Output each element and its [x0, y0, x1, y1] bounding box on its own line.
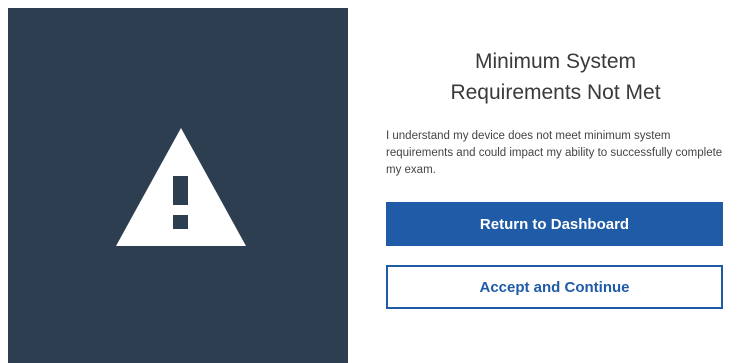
dialog-title-line-1: Minimum System [474, 50, 637, 73]
warning-triangle-icon [116, 128, 246, 246]
dialog-title: Minimum System Requirements Not Met [388, 46, 723, 108]
dialog-title-line-2: Requirements Not Met [450, 81, 661, 104]
accept-and-continue-button[interactable]: Accept and Continue [386, 265, 723, 309]
dialog-content: Minimum System Requirements Not Met I un… [348, 8, 740, 363]
system-requirements-dialog: Minimum System Requirements Not Met I un… [0, 0, 748, 363]
dialog-message: I understand my device does not meet min… [386, 130, 723, 176]
warning-panel [8, 8, 348, 363]
return-to-dashboard-button[interactable]: Return to Dashboard [386, 202, 723, 246]
